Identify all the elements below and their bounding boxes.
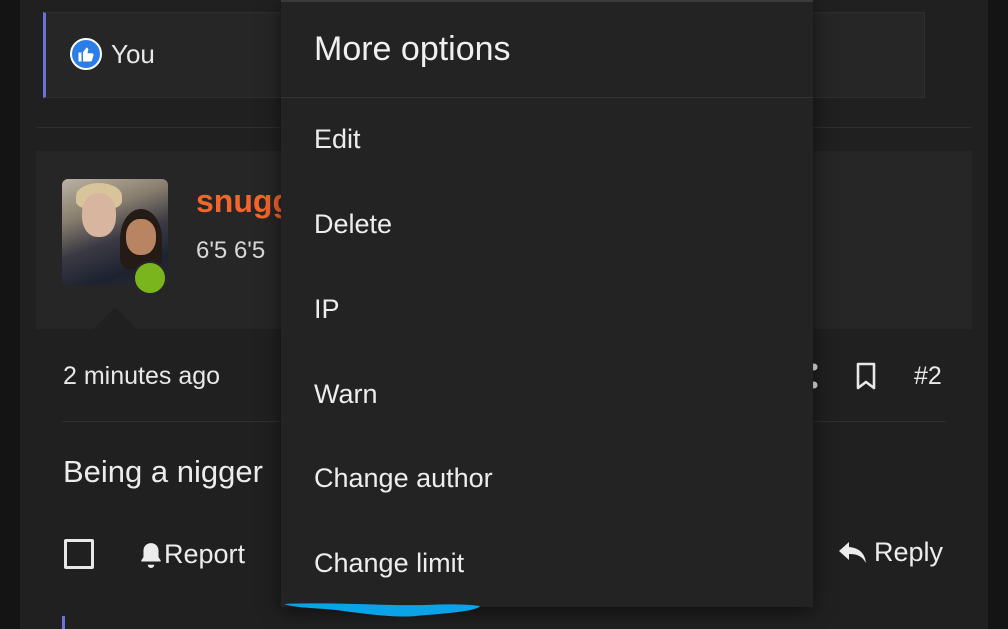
menu-item-delete[interactable]: Delete [314, 209, 392, 240]
reaction-user[interactable]: You [111, 39, 155, 70]
username-link[interactable]: snugg [196, 183, 292, 220]
menu-item-change-limit[interactable]: Change limit [314, 548, 464, 579]
next-reaction-bar [62, 616, 65, 629]
select-checkbox[interactable] [64, 539, 94, 569]
more-options-menu: More options Edit Delete IP Warn Change … [281, 0, 813, 607]
menu-item-change-author[interactable]: Change author [314, 463, 493, 494]
reply-icon [839, 541, 866, 563]
menu-item-warn[interactable]: Warn [314, 379, 378, 410]
thumbs-up-icon [70, 38, 102, 70]
post-body: Being a nigger [63, 454, 263, 489]
report-label: Report [164, 539, 246, 569]
post-timestamp[interactable]: 2 minutes ago [63, 362, 220, 391]
menu-title: More options [314, 30, 511, 68]
bookmark-icon[interactable] [854, 362, 878, 395]
divider [281, 97, 813, 98]
user-title: 6'5 6'5 [196, 237, 266, 264]
reply-button[interactable]: Reply [838, 537, 943, 568]
bell-icon [141, 542, 161, 568]
online-status-icon [133, 261, 167, 295]
header-pointer [93, 307, 137, 329]
menu-item-edit[interactable]: Edit [314, 124, 361, 155]
annotation-underline [284, 603, 480, 617]
menu-item-ip[interactable]: IP [314, 294, 340, 325]
post-number[interactable]: #2 [914, 362, 942, 391]
reply-label: Reply [874, 537, 944, 567]
report-button[interactable]: Report [138, 539, 245, 570]
